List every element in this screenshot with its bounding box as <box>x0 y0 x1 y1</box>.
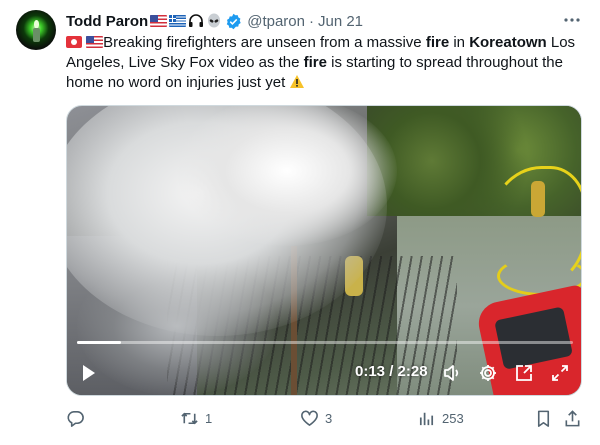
tweet-text: Breaking firefighters are unseen from a … <box>66 33 586 93</box>
tweet-timestamp[interactable]: Jun 21 <box>318 13 363 30</box>
verified-badge-icon <box>226 13 241 29</box>
picture-in-picture-icon[interactable] <box>514 363 534 383</box>
video-duration: 2:28 <box>397 363 428 380</box>
video-progress-fill <box>77 341 121 344</box>
header-separator: · <box>308 12 314 30</box>
headphones-icon <box>189 14 204 27</box>
retweet-icon <box>181 412 198 424</box>
avatar-figure <box>33 28 40 42</box>
reply-icon <box>67 410 84 427</box>
greece-flag-icon <box>169 15 187 27</box>
us-flag-icon <box>150 15 168 27</box>
retweet-count: 1 <box>205 410 213 426</box>
author-handle[interactable]: @tparon <box>247 13 305 30</box>
fullscreen-icon[interactable] <box>550 363 570 383</box>
warning-icon <box>290 75 305 88</box>
tweet-keyword-fire-2: fire <box>303 54 327 71</box>
tweet-keyword-koreatown: Koreatown <box>469 34 547 51</box>
video-player[interactable]: 0:13 / 2:28 <box>66 105 582 396</box>
play-icon[interactable] <box>81 363 97 383</box>
author-name[interactable]: Todd Paron <box>66 13 148 30</box>
tweet-keyword-fire: fire <box>425 34 450 51</box>
volume-icon[interactable] <box>442 363 462 383</box>
video-current-time: 0:13 <box>355 363 386 380</box>
tweet-text-part-1: Breaking firefighters are unseen from a … <box>103 34 426 51</box>
video-timecode: 0:13 / 2:28 <box>355 363 428 380</box>
share-icon <box>565 409 580 426</box>
like-count: 3 <box>325 410 333 426</box>
alien-icon <box>208 13 221 28</box>
tweet-header: Todd Paron @tparon · Jun 21 <box>66 11 363 31</box>
views-count: 253 <box>442 410 464 426</box>
views-button[interactable]: 253 <box>417 407 464 429</box>
tweet-actions: 1 3 253 <box>66 407 582 429</box>
views-chart-icon <box>419 412 434 425</box>
settings-gear-icon[interactable] <box>478 363 498 383</box>
us-flag-icon <box>86 36 104 48</box>
video-time-separator: / <box>389 363 394 380</box>
retweet-button[interactable]: 1 <box>180 407 212 429</box>
japanese-red-button-icon <box>66 36 82 48</box>
tweet-text-part-2: in <box>449 34 470 51</box>
share-button[interactable] <box>563 407 582 429</box>
avatar[interactable] <box>16 10 56 50</box>
like-button[interactable]: 3 <box>300 407 332 429</box>
avatar-flame <box>34 20 39 28</box>
more-options-icon[interactable] <box>562 12 582 28</box>
bookmark-icon <box>537 410 550 427</box>
video-progress-bar[interactable] <box>77 341 573 344</box>
heart-icon <box>301 410 318 426</box>
author-badges <box>150 13 222 29</box>
reply-button[interactable] <box>66 407 91 429</box>
bookmark-button[interactable] <box>534 407 553 429</box>
